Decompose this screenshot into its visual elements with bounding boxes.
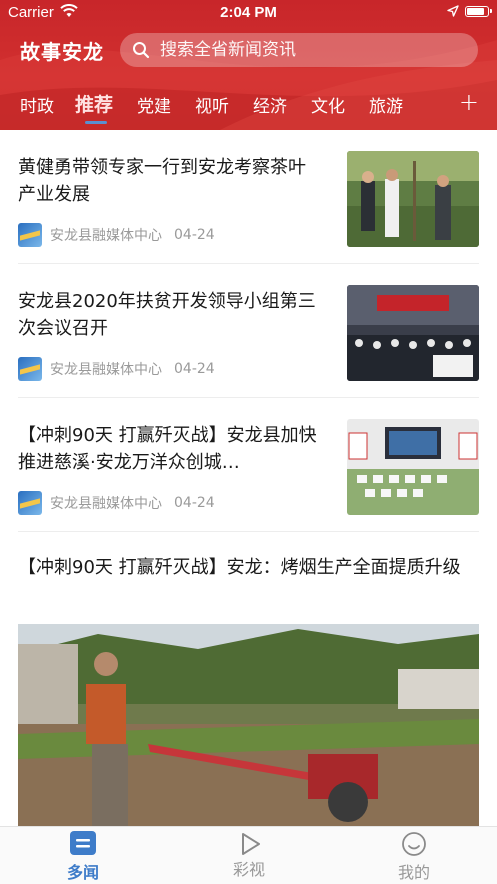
- tab-shizheng[interactable]: 时政: [20, 92, 54, 117]
- news-source: 安龙县融媒体中心: [50, 228, 162, 244]
- battery-icon: [465, 6, 492, 17]
- news-date: 04-24: [174, 495, 215, 511]
- divider: [18, 397, 479, 398]
- news-title[interactable]: 【冲刺90天 打赢歼灭战】安龙：烤烟生产全面提质升级: [18, 554, 479, 581]
- status-bar: Carrier 2:04 PM: [0, 0, 497, 26]
- active-tab-indicator: [85, 121, 107, 124]
- news-source: 安龙县融媒体中心: [50, 362, 162, 378]
- news-date: 04-24: [174, 227, 215, 243]
- play-icon: [242, 833, 260, 855]
- news-date: 04-24: [174, 361, 215, 377]
- source-logo-icon: [18, 357, 42, 381]
- search-input[interactable]: [158, 39, 462, 61]
- news-feature-image-tobacco-farming[interactable]: [18, 624, 479, 826]
- bottom-tab-bar: 多闻 彩视 我的: [0, 826, 497, 884]
- tab-dangjian[interactable]: 党建: [137, 92, 171, 117]
- app-header: Carrier 2:04 PM 故事安龙 时政 推荐 党建 视听 经济 文化 旅…: [0, 0, 497, 130]
- source-logo-icon: [18, 491, 42, 515]
- nav-label: 我的: [397, 863, 430, 882]
- tab-lvyou[interactable]: 旅游: [369, 92, 403, 117]
- category-tabs: 时政 推荐 党建 视听 经济 文化 旅游 +: [0, 88, 497, 124]
- news-title[interactable]: 安龙县2020年扶贫开发领导小组第三次会议召开: [18, 288, 318, 342]
- app-brand-title: 故事安龙: [20, 40, 104, 64]
- nav-label: 多闻: [66, 863, 99, 882]
- search-bar[interactable]: [120, 33, 478, 67]
- search-icon: [133, 42, 150, 59]
- source-logo-icon: [18, 223, 42, 247]
- location-arrow-icon: [447, 5, 459, 17]
- add-channel-button[interactable]: +: [459, 88, 479, 116]
- news-thumbnail-city-model[interactable]: [347, 419, 479, 515]
- news-title[interactable]: 黄健勇带领专家一行到安龙考察茶叶产业发展: [18, 154, 318, 208]
- tab-tuijian[interactable]: 推荐: [75, 90, 113, 117]
- news-thumbnail-meeting[interactable]: [347, 285, 479, 381]
- news-meta: 安龙县融媒体中心 04-24: [18, 357, 215, 381]
- clock: 2:04 PM: [220, 4, 277, 21]
- profile-icon: [402, 832, 426, 856]
- news-meta: 安龙县融媒体中心 04-24: [18, 223, 215, 247]
- news-thumbnail-tea-garden[interactable]: [347, 151, 479, 247]
- news-icon: [70, 831, 96, 855]
- divider: [18, 531, 479, 532]
- tab-shiting[interactable]: 视听: [195, 92, 229, 117]
- news-meta: 安龙县融媒体中心 04-24: [18, 491, 215, 515]
- tab-jingji[interactable]: 经济: [253, 92, 287, 117]
- news-title[interactable]: 【冲刺90天 打赢歼灭战】安龙县加快推进慈溪·安龙万洋众创城…: [18, 422, 318, 476]
- nav-label: 彩视: [232, 860, 265, 879]
- tab-wenhua[interactable]: 文化: [311, 92, 345, 117]
- news-source: 安龙县融媒体中心: [50, 496, 162, 512]
- divider: [18, 263, 479, 264]
